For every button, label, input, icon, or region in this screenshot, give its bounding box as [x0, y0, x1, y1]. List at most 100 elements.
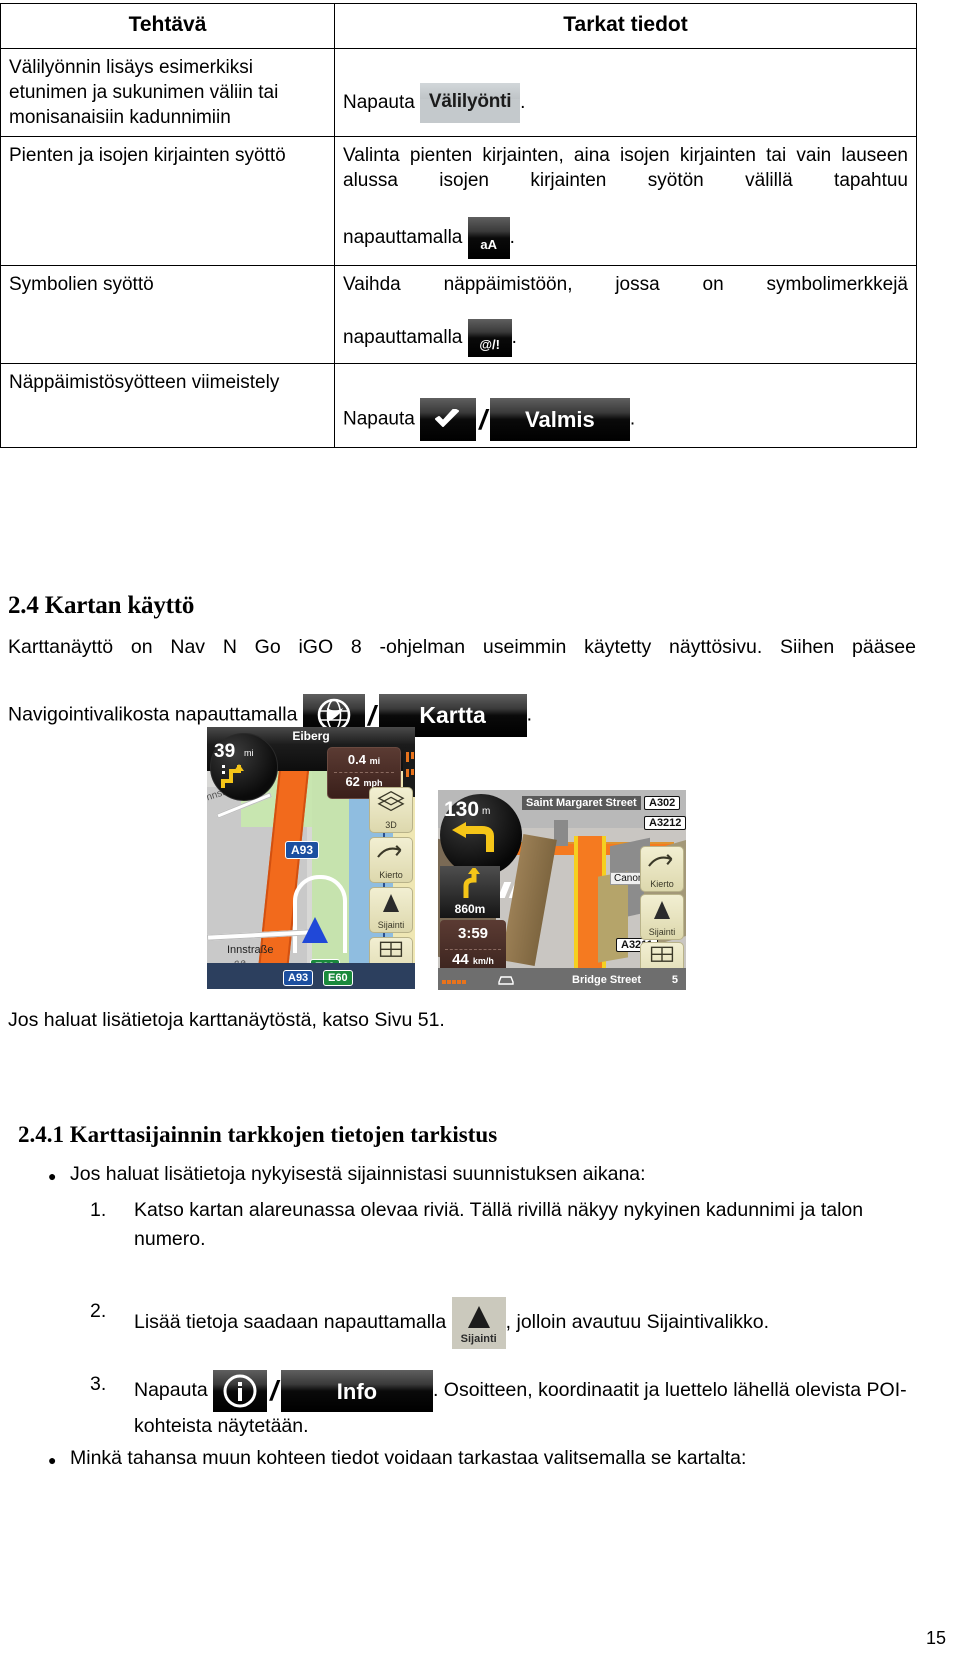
- turn-left-arrow-icon: [452, 822, 494, 852]
- detail-text: Vaihda näppäimistöön, jossa on symbolime…: [343, 274, 908, 296]
- remaining-distance: 39: [214, 741, 236, 762]
- info-circle-icon: [223, 1374, 257, 1408]
- info-button-label: Info: [336, 1379, 378, 1404]
- done-button[interactable]: Valmis: [489, 398, 630, 442]
- detail-prefix: Napauta: [343, 91, 415, 113]
- checkmark-button[interactable]: [420, 398, 477, 442]
- position-button-label: Sijainti: [460, 1333, 497, 1345]
- position-arrow-icon: [302, 917, 328, 943]
- table-row: Välilyönnin lisäys esimerkiksi etunimen …: [0, 47, 917, 137]
- table-cell-detail: Vaihda näppäimistöön, jossa on symbolime…: [334, 265, 917, 365]
- table-header-task: Tehtävä: [0, 3, 335, 49]
- paragraph-suffix: .: [526, 703, 533, 726]
- table-cell-task: Symbolien syöttö: [0, 265, 335, 365]
- list-item: Katso kartan alareunassa olevaa riviä. T…: [134, 1199, 864, 1251]
- info-button[interactable]: Info: [280, 1370, 433, 1412]
- list-item-text-before: Lisää tietoja saadaan napauttamalla: [134, 1311, 447, 1334]
- list-item-text-before: Napauta: [134, 1379, 208, 1402]
- bullet-marker: ●: [48, 1452, 57, 1468]
- next-distance-value: 0.4: [347, 752, 366, 767]
- map-button-rotate[interactable]: Kierto: [369, 837, 413, 883]
- separator: /: [270, 1375, 278, 1406]
- detail-prefix: Napauta: [343, 408, 415, 430]
- next-turn-box: 860m: [440, 866, 500, 918]
- detail-suffix: .: [509, 227, 515, 249]
- detail-suffix: .: [520, 91, 526, 113]
- divider: [445, 949, 501, 950]
- route-icon: [377, 845, 402, 858]
- map-screenshot-3d: Saint Margaret Street A302 A3212 Canon R…: [438, 790, 686, 990]
- route-icon: [648, 854, 673, 867]
- map-button-position-label: Sijainti: [648, 927, 676, 937]
- menu-grid-icon: [379, 941, 403, 957]
- car-icon: [498, 976, 514, 985]
- space-button-label: Välilyönti: [428, 90, 512, 112]
- street-label: Innstraße: [227, 944, 274, 956]
- keyboard-actions-table: Tehtävä Tarkat tiedot Välilyönnin lisäys…: [0, 3, 917, 449]
- next-distance: 860m: [454, 902, 486, 916]
- table-cell-task: Pienten ja isojen kirjainten syöttö: [0, 135, 335, 267]
- detail-suffix: .: [629, 408, 636, 430]
- list-item-number: 2.: [90, 1300, 107, 1322]
- map-button-position[interactable]: Sijainti: [640, 894, 684, 940]
- map-button-3d[interactable]: 3D: [369, 787, 413, 833]
- heading-2-4: 2.4 Kartan käyttö: [8, 592, 195, 619]
- road-shield-1: A302: [644, 796, 681, 810]
- bottom-street-name: Bridge Street: [572, 974, 642, 986]
- table-cell-detail: Napauta / Valmis .: [334, 363, 917, 449]
- map-screenshot-2d: A93 E60 Innstraße Innstraße Innstraße Ei…: [207, 727, 415, 989]
- speed-value: 62: [345, 774, 360, 789]
- position-button[interactable]: Sijainti: [451, 1297, 506, 1349]
- road-shield-2: A3212: [644, 816, 686, 830]
- list-item: Lisää tietoja saadaan napauttamalla Sija…: [134, 1297, 924, 1349]
- up-arrow-icon: [654, 901, 670, 919]
- table-cell-detail: Napauta Välilyönti .: [334, 47, 917, 137]
- turn-arrow-icon: [221, 764, 244, 788]
- map-button-rotate[interactable]: Kierto: [640, 846, 684, 892]
- gps-signal-indicator: [442, 971, 494, 987]
- next-distance-unit: mi: [369, 756, 381, 766]
- section-2-4-paragraph-2: Navigointivalikosta napauttamalla / Kart…: [8, 694, 918, 737]
- section-2-4-after-text: Jos haluat lisätietoja karttanäytöstä, k…: [8, 1009, 445, 1031]
- detail-prefix: napauttamalla: [343, 327, 463, 349]
- remaining-distance-unit: m: [482, 806, 491, 817]
- detail-text: Valinta pienten kirjainten, aina isojen …: [343, 144, 908, 192]
- document-page: Tehtävä Tarkat tiedot Välilyönnin lisäys…: [0, 0, 960, 1659]
- table-cell-task: Näppäimistösyötteen viimeistely: [0, 363, 335, 449]
- next-distance: 0.4 mi: [328, 752, 400, 767]
- speed: 44 km/h: [440, 951, 506, 968]
- road-shield: A93: [285, 841, 320, 859]
- info-icon-button[interactable]: [213, 1370, 268, 1412]
- list-item-number: 1.: [90, 1199, 107, 1221]
- list-item-number: 3.: [90, 1373, 107, 1395]
- map-button-position[interactable]: Sijainti: [369, 887, 413, 933]
- section-2-4-1-bullet-1: Jos haluat lisätietoja nykyisestä sijain…: [70, 1163, 646, 1185]
- remaining-distance-unit: mi: [244, 748, 254, 758]
- layers-3d-icon: [377, 790, 405, 812]
- table-header-row: Tehtävä Tarkat tiedot: [0, 3, 917, 49]
- eta: 3:59: [457, 925, 489, 942]
- table-row: Näppäimistösyötteen viimeistely Napauta …: [0, 363, 917, 449]
- menu-grid-icon: [650, 946, 674, 962]
- case-toggle-button[interactable]: aA: [467, 217, 510, 260]
- map-button-3d-label: 3D: [385, 820, 397, 830]
- table-row: Symbolien syöttö Vaihda näppäimistöön, j…: [0, 265, 917, 365]
- space-button[interactable]: Välilyönti: [420, 82, 521, 123]
- remaining-distance: 130: [444, 798, 480, 821]
- bullet-marker: ●: [48, 1168, 57, 1184]
- table-cell-detail: Valinta pienten kirjainten, aina isojen …: [334, 135, 917, 267]
- speed-value: 44: [452, 951, 469, 968]
- table-cell-task: Välilyönnin lisäys esimerkiksi etunimen …: [0, 47, 335, 137]
- checkmark-icon: [435, 409, 460, 428]
- separator: /: [479, 403, 487, 435]
- paragraph-prefix: Navigointivalikosta napauttamalla: [8, 703, 298, 726]
- bottom-house-number: 5: [671, 974, 678, 986]
- detail-prefix: napauttamalla: [343, 227, 463, 249]
- symbols-button[interactable]: @/!: [467, 319, 512, 358]
- map-button-position-label: Sijainti: [377, 920, 405, 930]
- symbols-button-label: @/!: [479, 337, 500, 353]
- list-item-text-after: , jolloin avautuu Sijaintivalikko.: [505, 1311, 770, 1334]
- bottom-shield-2: E60: [323, 970, 353, 986]
- separator: /: [367, 699, 376, 731]
- section-2-4-1-bullet-2: Minkä tahansa muun kohteen tiedot voidaa…: [70, 1447, 747, 1469]
